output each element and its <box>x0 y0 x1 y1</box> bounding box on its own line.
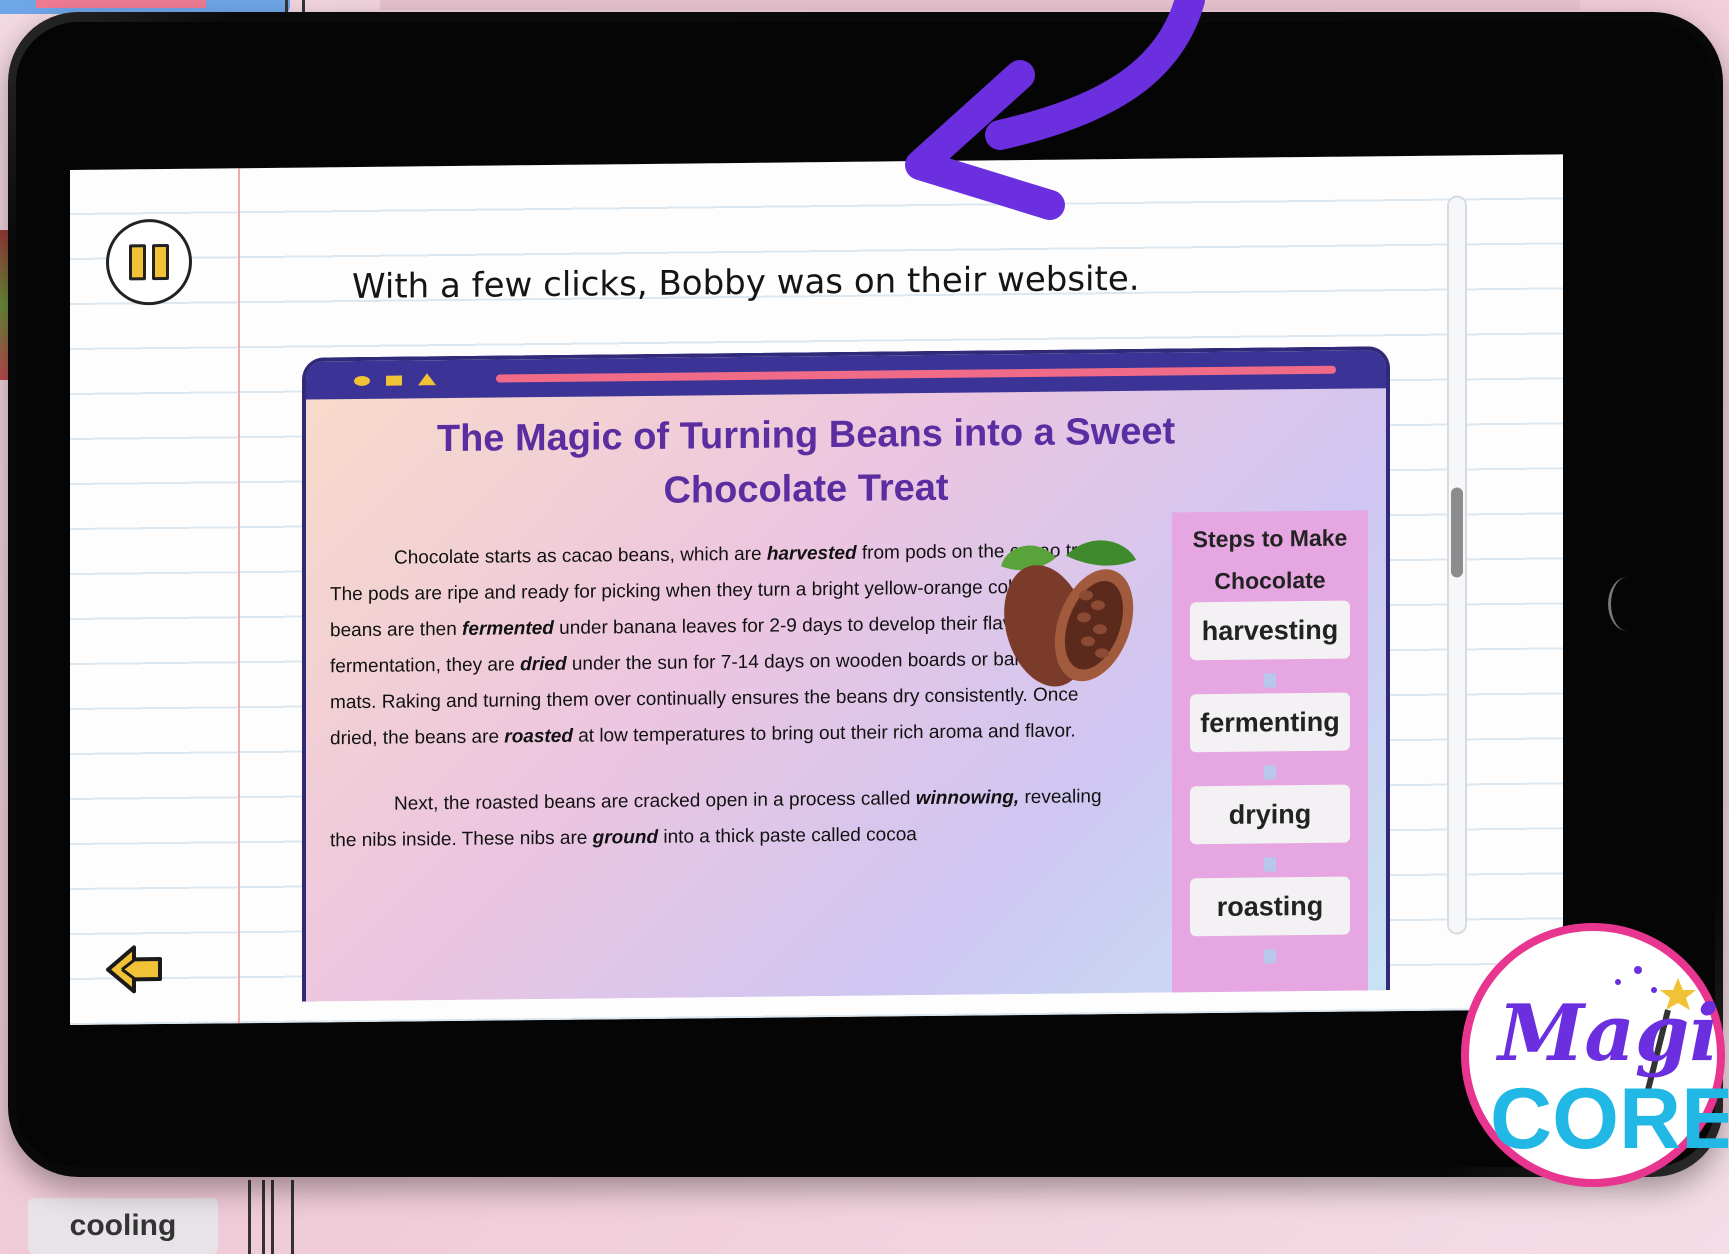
logo-text-core: CORE <box>1490 1071 1728 1167</box>
website-mockup: The Magic of Turning Beans into a Sweet … <box>302 346 1390 1002</box>
back-arrow-icon[interactable] <box>100 939 170 1000</box>
circle-icon <box>354 375 370 387</box>
vocab-word: roasted <box>504 725 573 748</box>
article-paragraph-1: Chocolate starts as cacao beans, which a… <box>330 533 1110 757</box>
triangle-icon <box>418 373 436 386</box>
article-text: into a thick paste called cocoa <box>658 824 917 848</box>
steps-panel: Steps to Make Chocolate harvesting ferme… <box>1172 510 1368 1002</box>
tablet-screen: With a few clicks, Bobby was on their we… <box>70 154 1563 1026</box>
cooling-step-chip: cooling <box>28 1198 218 1254</box>
article-text: Chocolate starts as cacao beans, which a… <box>394 543 767 569</box>
step-harvesting[interactable]: harvesting <box>1190 600 1350 661</box>
square-icon <box>386 375 402 386</box>
article-text: at low temperatures to bring out their r… <box>572 720 1076 747</box>
address-bar <box>496 365 1336 383</box>
pause-icon <box>129 244 146 281</box>
narration-text: With a few clicks, Bobby was on their we… <box>352 258 1140 308</box>
logo-text-magi: Magi <box>1495 988 1719 1079</box>
article-body: Chocolate starts as cacao beans, which a… <box>330 533 1110 889</box>
vocab-word: harvested <box>766 542 857 565</box>
tablet-home-button <box>1608 577 1647 631</box>
pause-icon-bar <box>152 243 169 281</box>
browser-toolbar <box>306 350 1386 400</box>
article-paragraph-2: Next, the roasted beans are cracked open… <box>330 779 1110 859</box>
pointer-arrow-icon <box>905 0 1205 220</box>
magicore-logo: Magi CORE <box>1461 923 1728 1187</box>
vocab-word: dried <box>520 653 567 676</box>
step-fermenting[interactable]: fermenting <box>1190 692 1350 753</box>
step-roasting[interactable]: roasting <box>1190 876 1350 937</box>
vocab-word: winnowing, <box>915 787 1020 810</box>
step-drying[interactable]: drying <box>1190 784 1350 845</box>
scrollbar[interactable] <box>1447 195 1467 935</box>
background-divider <box>248 1180 294 1254</box>
vocab-word: fermented <box>462 617 554 640</box>
cacao-pod-icon <box>1001 540 1136 687</box>
background-card-tab <box>36 0 206 8</box>
article-text: Next, the roasted beans are cracked open… <box>394 788 916 815</box>
notebook-margin-line <box>238 168 240 1024</box>
steps-title: Steps to Make Chocolate <box>1192 524 1348 595</box>
scrollbar-thumb[interactable] <box>1451 487 1463 578</box>
vocab-word: ground <box>592 826 659 849</box>
website-title: The Magic of Turning Beans into a Sweet … <box>436 410 1176 512</box>
